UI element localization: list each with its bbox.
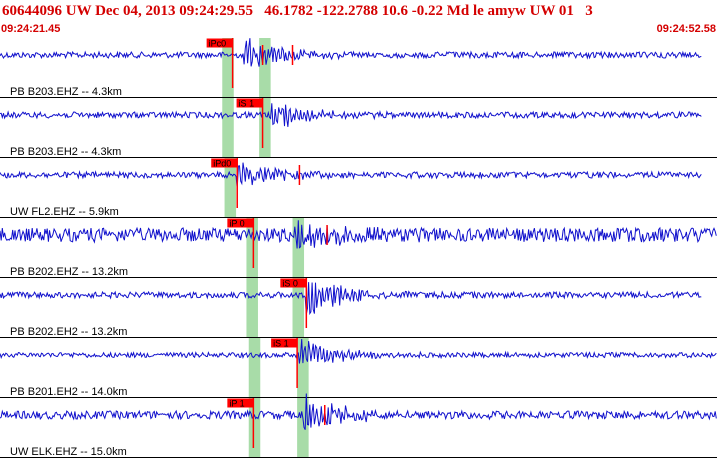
phase-pick-label-6-0: iP 1 xyxy=(229,399,244,409)
channel-label-1: PB B203.EH2 -- 4.3km xyxy=(10,146,121,158)
phase-pick-label-5-0: iS 1 xyxy=(273,339,289,349)
waveform-trace-1 xyxy=(0,103,702,127)
phase-pick-label-4-0: iS 0 xyxy=(282,279,298,289)
waveform-trace-5 xyxy=(0,338,717,364)
waveform-trace-2 xyxy=(0,162,702,189)
origin-date: Dec 04, 2013 xyxy=(95,3,176,19)
seismogram-plot: iPc0 PB B203.EHZ -- 4.3km iS 1 PB B203.EH2 … xyxy=(0,38,717,458)
event-latitude: 46.1782 xyxy=(264,3,313,19)
event-version: 3 xyxy=(585,3,593,19)
event-magnitude: -0.22 xyxy=(411,3,443,19)
channel-label-5: PB B201.EH2 -- 14.0km xyxy=(10,386,127,398)
origin-time: 09:24:29.55 xyxy=(179,3,253,19)
event-author: amyw xyxy=(487,3,526,19)
waveform-trace-4 xyxy=(0,282,702,316)
analysis-window-4-0 xyxy=(246,278,258,338)
time-axis-end: 09:24:52.58 xyxy=(656,23,716,35)
channel-label-4: PB B202.EH2 -- 13.2km xyxy=(10,326,127,338)
waveform-trace-0 xyxy=(0,38,702,67)
event-depth: 10.6 xyxy=(381,3,408,19)
event-id: 60644096 xyxy=(2,3,62,19)
magnitude-type: Md xyxy=(446,3,470,19)
event-header: 60644096 UW Dec 04, 2013 09:24:29.55 46.… xyxy=(0,0,717,38)
analysis-window-5-0 xyxy=(248,338,261,398)
analysis-window-5-1 xyxy=(297,338,309,398)
channel-label-0: PB B203.EHZ -- 4.3km xyxy=(10,86,122,98)
phase-pick-label-0-0: iPc0 xyxy=(209,39,227,49)
event-network: UW xyxy=(65,3,92,19)
event-longitude: -122.2788 xyxy=(316,3,378,19)
phase-pick-label-2-0: iPd0 xyxy=(213,159,231,169)
analysis-window-1-0 xyxy=(222,98,234,158)
channel-label-6: UW ELK.EHZ -- 15.0km xyxy=(10,446,127,458)
event-source: UW 01 xyxy=(529,3,574,19)
event-type: le xyxy=(472,3,484,19)
channel-label-2: UW FL2.EHZ -- 5.9km xyxy=(10,206,119,218)
waveform-trace-3 xyxy=(0,220,717,249)
channel-label-3: PB B202.EHZ -- 13.2km xyxy=(10,266,128,278)
time-axis-start: 09:24:21.45 xyxy=(1,23,61,35)
waveform-trace-6 xyxy=(0,393,717,430)
phase-pick-label-3-0: iP 0 xyxy=(229,219,244,229)
phase-pick-label-1-0: iS 1 xyxy=(239,99,255,109)
event-title: 60644096 UW Dec 04, 2013 09:24:29.55 46.… xyxy=(2,3,593,20)
